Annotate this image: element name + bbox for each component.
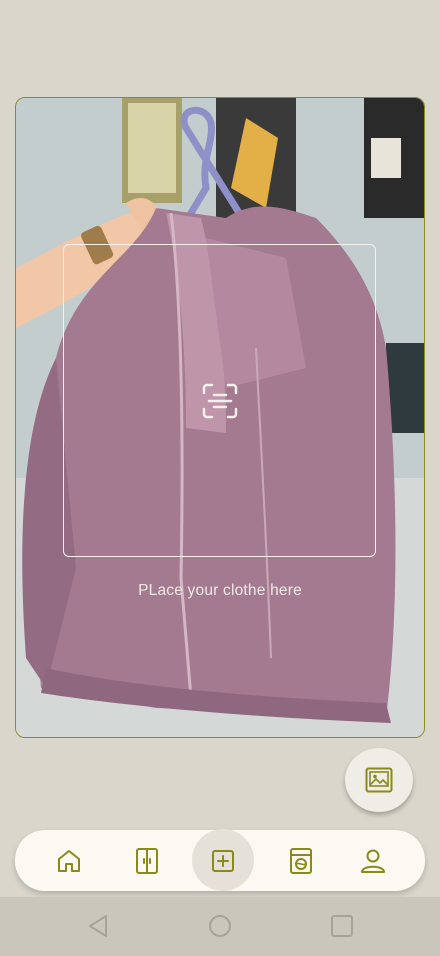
scan-area <box>63 244 376 557</box>
gallery-button[interactable] <box>345 748 413 812</box>
user-icon <box>361 849 385 873</box>
home-icon <box>58 849 80 872</box>
nav-add[interactable] <box>192 829 254 891</box>
add-square-icon <box>212 849 234 872</box>
nav-wardrobe[interactable] <box>116 830 178 891</box>
nav-home[interactable] <box>38 830 100 891</box>
square-recents-icon[interactable] <box>329 913 355 939</box>
camera-preview[interactable]: PLace your clothe here <box>15 97 425 738</box>
app-screen: PLace your clothe here <box>0 0 440 956</box>
circle-home-icon[interactable] <box>207 913 233 939</box>
bottom-navigation <box>15 829 425 891</box>
nav-profile[interactable] <box>342 830 404 891</box>
image-icon <box>365 767 393 793</box>
wardrobe-icon <box>136 847 158 874</box>
washing-machine-icon <box>290 847 312 874</box>
nav-laundry[interactable] <box>270 830 332 891</box>
scan-hint-text: PLace your clothe here <box>138 582 302 599</box>
scan-icon <box>202 383 238 419</box>
back-triangle-icon[interactable] <box>86 913 112 939</box>
system-navigation-bar <box>0 897 440 956</box>
